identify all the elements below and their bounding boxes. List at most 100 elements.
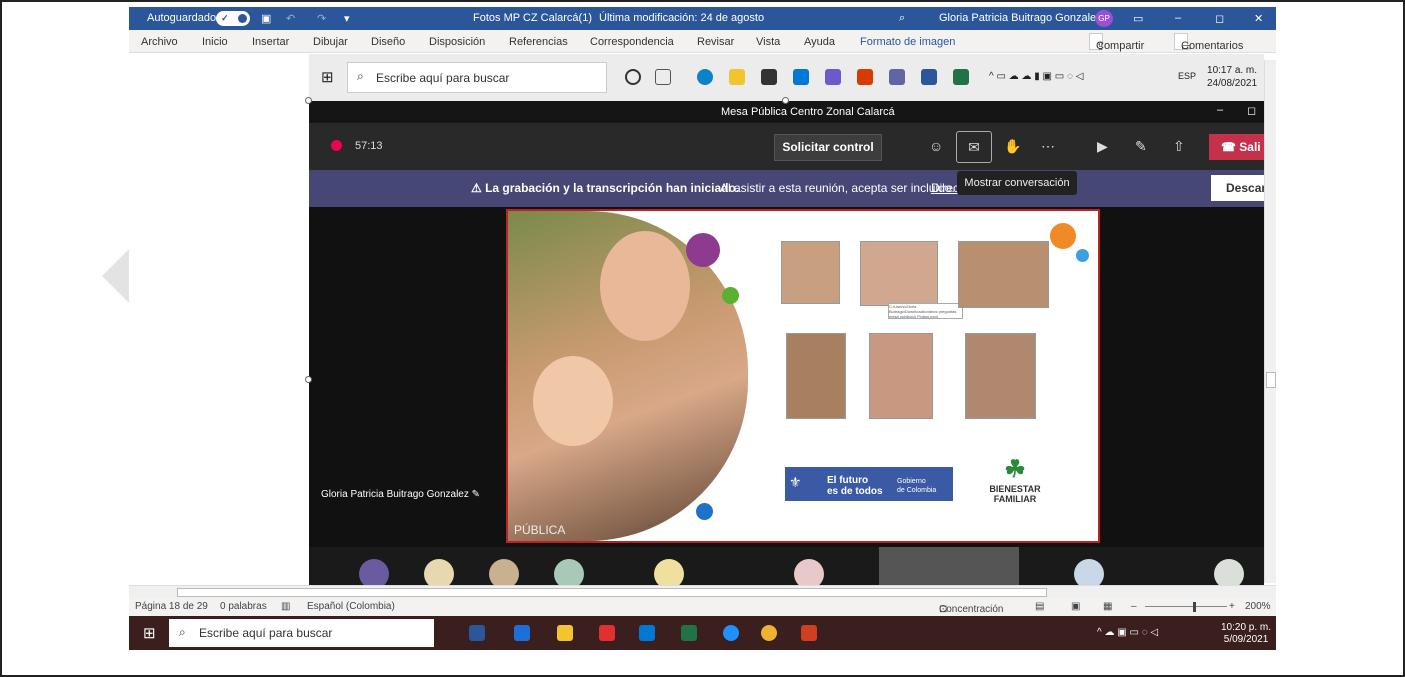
language[interactable]: Español (Colombia) (307, 601, 395, 612)
minimize-icon[interactable]: – (1175, 12, 1181, 24)
mail-icon (793, 69, 809, 85)
purple-circle-icon (686, 233, 720, 267)
avatar[interactable]: GP (1095, 10, 1113, 27)
participant-avatar (554, 559, 584, 587)
customize-icon[interactable]: ▾ (344, 12, 350, 25)
screen-share-thumbnail (879, 547, 1019, 587)
outlook-icon[interactable] (639, 625, 655, 641)
undo-icon[interactable]: ↶ (286, 12, 295, 25)
scroll-thumb[interactable] (1266, 372, 1276, 388)
meeting-timer: 57:13 (355, 140, 383, 152)
resize-handle[interactable] (305, 376, 312, 383)
close-icon[interactable]: ✕ (1254, 12, 1263, 25)
tab-inicio[interactable]: Inicio (202, 36, 228, 48)
host-search-box[interactable]: ⌕ Escribe aquí para buscar (169, 619, 434, 647)
word-icon[interactable] (469, 625, 485, 641)
redo-icon[interactable]: ↷ (317, 12, 326, 25)
participant-avatar (424, 559, 454, 587)
tab-correspondencia[interactable]: Correspondencia (590, 36, 674, 48)
tab-dibujar[interactable]: Dibujar (313, 36, 348, 48)
tab-referencias[interactable]: Referencias (509, 36, 568, 48)
read-mode-icon[interactable]: ▤ (1035, 601, 1044, 612)
page-counter[interactable]: Página 18 de 29 (135, 601, 208, 612)
ribbon-display-icon[interactable]: ▭ (1133, 12, 1143, 25)
resize-handle[interactable] (305, 97, 312, 104)
zoom-in-icon[interactable]: + (1229, 601, 1235, 612)
folder-icon (729, 69, 745, 85)
warning-icon: ⚠ (471, 181, 486, 195)
save-icon[interactable]: ▣ (261, 12, 271, 25)
task-view-icon (655, 69, 671, 85)
doc-modified[interactable]: Última modificación: 24 de agosto (599, 12, 764, 24)
comments-button[interactable]: ▭ Comentarios (1174, 33, 1243, 53)
zoom-slider-thumb[interactable] (1193, 602, 1196, 612)
icbf-people-icon: ☘ (1004, 456, 1026, 483)
participant-avatar (489, 559, 519, 587)
embedded-search-box: ⌕ Escribe aquí para buscar (347, 62, 607, 93)
word-icon (921, 69, 937, 85)
embedded-clock: 10:17 a. m. 24/08/2021 (1207, 65, 1258, 89)
embedded-taskbar: ⊞ ⌕ Escribe aquí para buscar ^ ▭ ☁ ☁ ▮ ▣ … (309, 54, 1264, 101)
zoom-level[interactable]: 200% (1245, 601, 1271, 612)
user-name[interactable]: Gloria Patricia Buitrago Gonzalez (939, 12, 1102, 24)
host-taskbar: ⊞ ⌕ Escribe aquí para buscar ^ ☁ ▣ ▭ ◌ ◁ … (129, 616, 1276, 650)
participant-photo-1 (781, 241, 840, 304)
teams-title-bar: Mesa Pública Centro Zonal Calarcá – ◻ (309, 101, 1264, 123)
blue-circle-icon (696, 503, 713, 520)
colombia-seal-icon: ⚜ (789, 474, 802, 490)
participant-photo-4 (786, 333, 846, 419)
print-layout-icon[interactable]: ▣ (1071, 601, 1080, 612)
previous-arrow-icon[interactable] (102, 248, 130, 304)
zoom-out-icon[interactable]: – (1131, 601, 1137, 612)
ribbon-tabs: Archivo Inicio Insertar Dibujar Diseño D… (129, 30, 1276, 53)
banner-headline: ⚠ La grabación y la transcripción han in… (471, 181, 740, 195)
more-icon: ⋯ (1041, 138, 1055, 154)
tab-insertar[interactable]: Insertar (252, 36, 289, 48)
scroll-thumb[interactable] (177, 588, 1047, 597)
icbf-logo: ☘ BIENESTAR FAMILIAR (986, 455, 1044, 515)
media-player-icon[interactable] (514, 625, 530, 641)
participant-photo-2 (860, 241, 938, 306)
tab-formato-imagen[interactable]: Formato de imagen (860, 36, 955, 48)
mother-face (600, 231, 690, 341)
participants-icon: ☺ (929, 138, 944, 154)
tab-vista[interactable]: Vista (756, 36, 780, 48)
search-icon[interactable]: ⌕ (899, 12, 905, 25)
edge-icon (697, 69, 713, 85)
tab-archivo[interactable]: Archivo (141, 36, 178, 48)
word-count[interactable]: 0 palabras (220, 601, 267, 612)
presentation-slide: PÚBLICA C:\Users\Gloria Buitrago\Downloa… (506, 209, 1100, 543)
participant-photo-3 (958, 241, 1049, 308)
participant-strip (309, 547, 1264, 587)
tray-icons[interactable]: ^ ☁ ▣ ▭ ◌ ◁ (1097, 627, 1158, 638)
store-icon (761, 69, 777, 85)
file-path-caption: C:\Users\Gloria Buitrago\Downloads\video… (888, 303, 963, 319)
vertical-scrollbar[interactable] (1264, 60, 1276, 583)
horizontal-scrollbar[interactable] (129, 585, 1276, 598)
tab-disposicion[interactable]: Disposición (429, 36, 485, 48)
excel-icon[interactable] (681, 625, 697, 641)
autosave-toggle[interactable]: ✓ (216, 11, 250, 26)
zoom-slider[interactable] (1145, 606, 1227, 607)
embedded-screenshot[interactable]: ⊞ ⌕ Escribe aquí para buscar ^ ▭ ☁ ☁ ▮ ▣ … (309, 54, 1264, 587)
ie-icon[interactable] (723, 625, 739, 641)
resize-handle[interactable] (782, 97, 789, 104)
proofing-icon[interactable]: ▥ (281, 601, 290, 612)
shield-icon[interactable] (599, 625, 615, 641)
chrome-icon[interactable] (761, 625, 777, 641)
web-layout-icon[interactable]: ▦ (1103, 601, 1112, 612)
powerpoint-icon[interactable] (801, 625, 817, 641)
request-control-button: Solicitar control (774, 134, 882, 161)
tab-revisar[interactable]: Revisar (697, 36, 734, 48)
tab-ayuda[interactable]: Ayuda (804, 36, 835, 48)
participant-avatar (359, 559, 389, 587)
folder-icon[interactable] (557, 625, 573, 641)
restore-icon[interactable]: ◻ (1215, 12, 1224, 25)
chat-tooltip: Mostrar conversación (957, 171, 1077, 195)
meeting-title: Mesa Pública Centro Zonal Calarcá (721, 106, 895, 118)
participant-photo-6 (965, 333, 1036, 419)
windows-icon[interactable]: ⊞ (143, 624, 156, 642)
tab-diseno[interactable]: Diseño (371, 36, 405, 48)
share-button[interactable]: ⇪ Compartir (1089, 33, 1144, 53)
host-clock[interactable]: 10:20 p. m. 5/09/2021 (1221, 622, 1271, 646)
